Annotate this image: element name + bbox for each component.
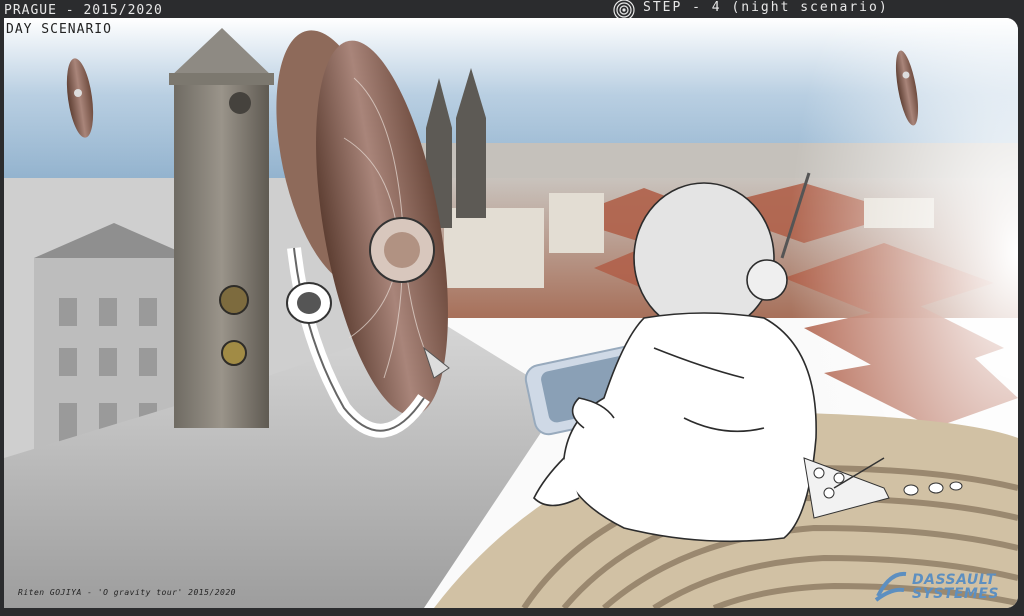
logo-line-2: SYSTEMES xyxy=(912,586,999,602)
logo-line-1: DASSAULT xyxy=(912,572,996,588)
ds-logo-icon xyxy=(874,571,907,602)
scenario-panel: DAY SCENARIO Riten GOJIYA - 'O gravity t… xyxy=(4,18,1018,608)
clock-tower xyxy=(169,28,274,428)
scene-illustration xyxy=(4,18,1018,608)
company-logo: DASSAULT SYSTEMES xyxy=(872,566,1012,606)
project-title: PRAGUE - 2015/2020 xyxy=(4,3,163,18)
scenario-label: DAY SCENARIO xyxy=(6,22,112,37)
artist-credit: Riten GOJIYA - 'O gravity tour' 2015/202… xyxy=(18,588,236,597)
step-label: STEP - 4 (night scenario) xyxy=(643,0,889,15)
